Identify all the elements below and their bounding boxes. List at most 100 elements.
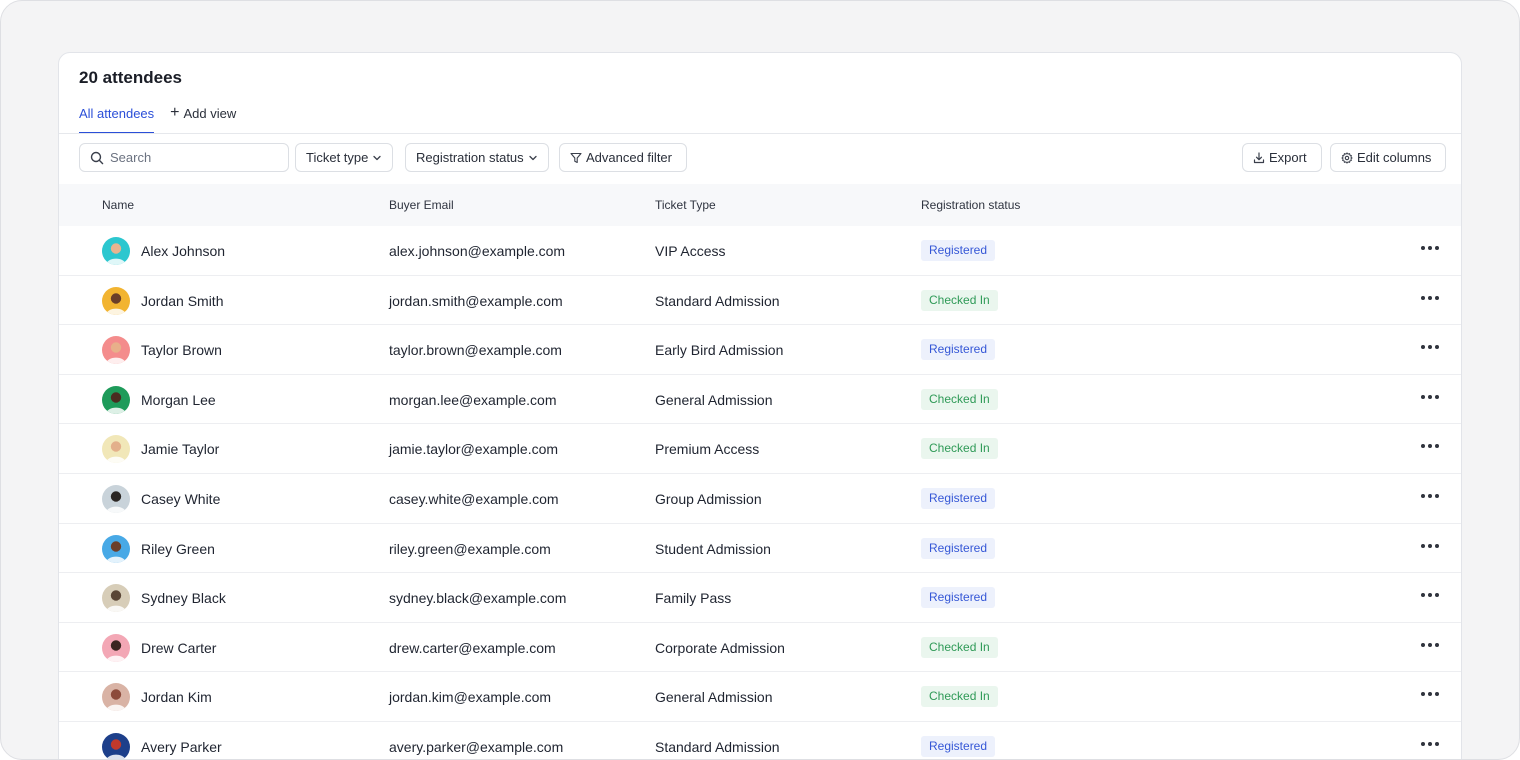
more-horizontal-icon[interactable] <box>1419 244 1441 252</box>
dot <box>1435 692 1439 697</box>
table-row[interactable]: Sydney Black sydney.black@example.com Fami… <box>59 573 1461 623</box>
column-header-name[interactable]: Name <box>102 198 134 212</box>
dot <box>1435 345 1439 350</box>
attendee-name: Taylor Brown <box>141 342 222 359</box>
more-horizontal-icon[interactable] <box>1419 393 1441 401</box>
buyer-email: riley.green@example.com <box>389 540 551 557</box>
ticket-type: Student Admission <box>655 540 771 557</box>
dot <box>1435 444 1439 449</box>
dot <box>1428 295 1432 300</box>
status-badge: Checked In <box>921 289 998 311</box>
dot <box>1421 345 1425 350</box>
ticket-type: General Admission <box>655 391 773 408</box>
edit-columns-label: Edit columns <box>1357 150 1432 165</box>
attendee-name: Casey White <box>141 490 221 507</box>
dot <box>1435 295 1439 300</box>
table-row[interactable]: Jordan Smith jordan.smith@example.com Stan… <box>59 276 1461 326</box>
table-row[interactable]: Taylor Brown taylor.brown@example.com Earl… <box>59 325 1461 375</box>
attendees-card: 20 attendees All attendees + Add view Ti… <box>58 52 1462 759</box>
avatar <box>102 584 130 613</box>
attendee-name: Riley Green <box>141 540 215 557</box>
ticket-type: VIP Access <box>655 243 726 259</box>
edit-columns-button[interactable]: Edit columns <box>1330 143 1447 172</box>
buyer-email: casey.white@example.com <box>389 490 559 507</box>
ticket-type: Group Admission <box>655 490 762 507</box>
attendee-name: Jordan Smith <box>141 292 224 309</box>
table-row[interactable]: Drew Carter drew.carter@example.com Corpor… <box>59 623 1461 673</box>
more-horizontal-icon[interactable] <box>1419 343 1441 351</box>
attendee-name: Morgan Lee <box>141 391 216 408</box>
tabs-divider <box>59 133 1461 134</box>
ticket-type: General Admission <box>655 689 773 706</box>
dot <box>1421 543 1425 548</box>
ticket-type: Family Pass <box>655 590 732 607</box>
view-tabs: All attendees + Add view <box>79 105 236 134</box>
table-row[interactable]: Jamie Taylor jamie.taylor@example.com Prem… <box>59 424 1461 474</box>
dot <box>1435 246 1439 250</box>
status-badge: Checked In <box>921 636 998 658</box>
dot <box>1435 741 1439 746</box>
ticket-type-filter[interactable]: Ticket type <box>295 143 394 172</box>
column-header-ticket-type[interactable]: Ticket Type <box>655 198 716 212</box>
dot <box>1428 741 1432 746</box>
status-badge: Checked In <box>921 438 998 460</box>
buyer-email: jamie.taylor@example.com <box>389 441 559 458</box>
avatar <box>102 385 130 414</box>
buyer-email: drew.carter@example.com <box>389 639 556 656</box>
dot <box>1421 741 1425 746</box>
column-header-registration-status[interactable]: Registration status <box>921 198 1020 212</box>
attendee-name: Alex Johnson <box>141 243 226 259</box>
filter-icon <box>570 152 582 163</box>
dot <box>1421 295 1425 300</box>
buyer-email: alex.johnson@example.com <box>389 243 566 259</box>
status-badge: Registered <box>921 587 996 609</box>
status-badge: Registered <box>921 735 996 757</box>
dot <box>1421 692 1425 697</box>
export-label: Export <box>1269 150 1307 165</box>
table-row[interactable]: Alex Johnson alex.johnson@example.com VIP … <box>59 226 1461 276</box>
more-horizontal-icon[interactable] <box>1419 690 1441 698</box>
attendee-name: Avery Parker <box>141 738 222 755</box>
download-icon <box>1253 151 1265 163</box>
avatar <box>102 633 130 662</box>
advanced-filter-label: Advanced filter <box>586 150 672 165</box>
ticket-type: Standard Admission <box>655 292 780 309</box>
more-horizontal-icon[interactable] <box>1419 294 1441 302</box>
avatar <box>102 237 130 265</box>
more-horizontal-icon[interactable] <box>1419 641 1441 649</box>
page-title: 20 attendees <box>79 68 182 87</box>
attendee-name: Jordan Kim <box>141 689 212 706</box>
search-input[interactable] <box>110 150 280 165</box>
registration-status-filter[interactable]: Registration status <box>405 143 549 172</box>
table-row[interactable]: Casey White casey.white@example.com Group … <box>59 474 1461 524</box>
ticket-type: Standard Admission <box>655 738 780 755</box>
status-badge: Registered <box>921 537 996 559</box>
more-horizontal-icon[interactable] <box>1419 740 1441 748</box>
add-view-button[interactable]: + Add view <box>170 105 236 122</box>
advanced-filter-button[interactable]: Advanced filter <box>559 143 687 172</box>
buyer-email: taylor.brown@example.com <box>389 342 562 359</box>
search-icon <box>90 151 104 164</box>
more-horizontal-icon[interactable] <box>1419 591 1441 599</box>
dot <box>1428 692 1432 697</box>
table-row[interactable]: Riley Green riley.green@example.com Studen… <box>59 524 1461 574</box>
tab-all-attendees[interactable]: All attendees <box>79 106 155 134</box>
ticket-type-label: Ticket type <box>306 150 369 165</box>
export-button[interactable]: Export <box>1242 143 1322 172</box>
chevron-down-icon <box>373 155 382 160</box>
dot <box>1421 246 1425 250</box>
dot <box>1435 493 1439 498</box>
more-horizontal-icon[interactable] <box>1419 542 1441 550</box>
status-badge: Checked In <box>921 388 998 410</box>
dot <box>1428 642 1432 647</box>
more-horizontal-icon[interactable] <box>1419 492 1441 500</box>
table-row[interactable]: Jordan Kim jordan.kim@example.com General … <box>59 672 1461 722</box>
column-header-buyer-email[interactable]: Buyer Email <box>389 198 454 212</box>
table-row[interactable]: Avery Parker avery.parker@example.com Stan… <box>59 722 1461 759</box>
more-horizontal-icon[interactable] <box>1419 442 1441 450</box>
table-row[interactable]: Morgan Lee morgan.lee@example.com General … <box>59 375 1461 425</box>
buyer-email: avery.parker@example.com <box>389 738 564 755</box>
ticket-type: Early Bird Admission <box>655 342 784 359</box>
attendee-name: Jamie Taylor <box>141 441 220 458</box>
registration-status-label: Registration status <box>416 150 524 165</box>
